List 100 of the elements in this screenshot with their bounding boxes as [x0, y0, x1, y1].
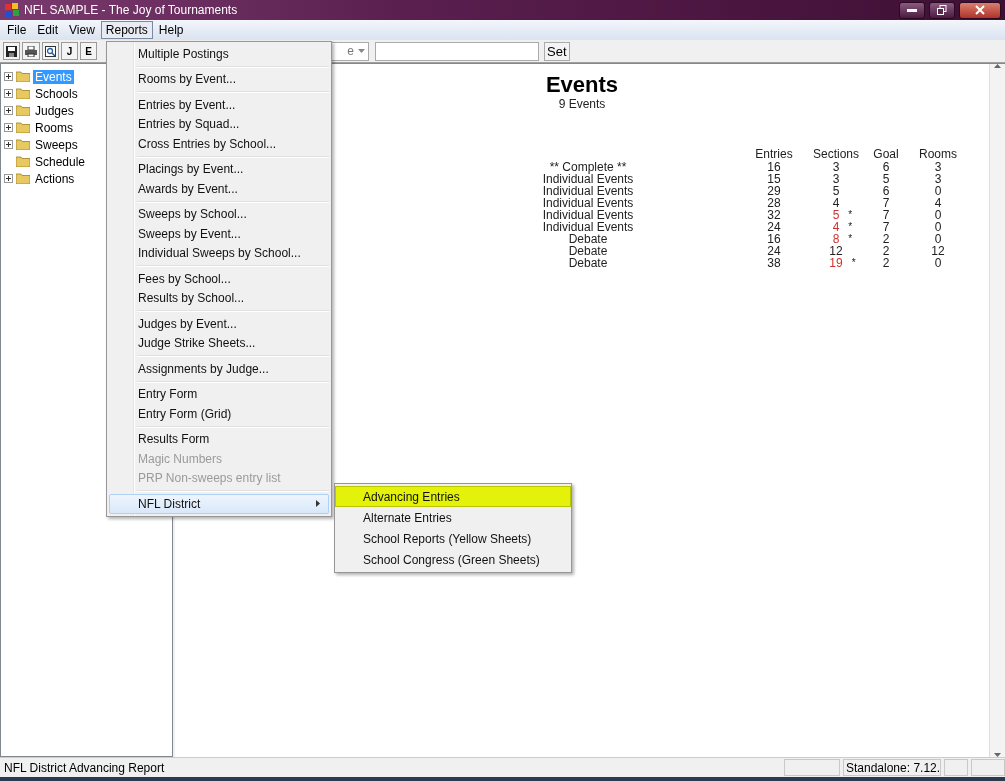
table-cell-text: 12 — [930, 245, 946, 257]
table-cell-text: 29 — [766, 185, 782, 197]
menu-item[interactable]: Entries by Event... — [109, 95, 329, 115]
restore-button[interactable] — [929, 1, 955, 19]
menu-item[interactable]: View — [64, 21, 100, 39]
table-cell-text: 0 — [933, 221, 943, 233]
menu-item[interactable]: Entry Form (Grid) — [109, 404, 329, 424]
menu-item[interactable]: Awards by Event... — [109, 179, 329, 199]
expand-icon[interactable] — [4, 89, 13, 98]
table-cell-text: 32 — [766, 209, 782, 221]
folder-icon — [16, 156, 30, 167]
flag-mark: * — [848, 221, 854, 233]
table-cell: 4 — [832, 221, 840, 233]
table-cell: 8 — [832, 233, 840, 245]
menu-item[interactable]: Edit — [32, 21, 64, 39]
tree-item[interactable]: Rooms — [33, 120, 75, 135]
menu-item[interactable]: Judge Strike Sheets... — [109, 333, 329, 353]
window-title: NFL SAMPLE - The Joy of Tournaments — [24, 3, 239, 17]
table-cell-text: 7 — [881, 209, 891, 221]
report-subtitle: 9 Events — [558, 97, 606, 111]
expand-icon[interactable] — [4, 106, 13, 115]
event-name: Individual Events — [542, 173, 634, 185]
menu-item[interactable]: Assignments by Judge... — [109, 359, 329, 379]
input-field[interactable] — [375, 41, 539, 61]
expand-icon[interactable] — [4, 123, 13, 132]
close-icon — [975, 5, 985, 15]
table-cell: 12 — [829, 245, 843, 257]
folder-icon — [16, 105, 30, 116]
table-cell: 3 — [832, 161, 840, 173]
dropdown-arrow-icon — [358, 49, 365, 53]
menu-item[interactable]: Sweeps by School... — [109, 204, 329, 224]
tree-item[interactable]: Schools — [33, 86, 80, 101]
restore-icon — [937, 5, 947, 15]
folder-icon — [16, 71, 30, 82]
table-cell-text: 3 — [933, 173, 943, 185]
table-cell-text: 2 — [881, 245, 891, 257]
menu-item[interactable]: School Congress (Green Sheets) — [335, 549, 571, 570]
event-name: Debate — [568, 245, 608, 257]
event-name: Individual Events — [542, 185, 634, 197]
preview-icon[interactable] — [42, 42, 59, 60]
minimize-icon — [907, 8, 917, 12]
report-title: Events — [545, 73, 619, 97]
menu-item[interactable]: Fees by School... — [109, 269, 329, 289]
menu-item[interactable]: Sweeps by Event... — [109, 224, 329, 244]
menu-item[interactable]: Rooms by Event... — [109, 69, 329, 89]
expand-icon[interactable] — [4, 72, 13, 81]
menu-item[interactable]: Placings by Event... — [109, 159, 329, 179]
app-logo-icon — [4, 2, 20, 18]
set-button[interactable]: Set — [544, 41, 570, 61]
table-cell-text: 24 — [766, 221, 782, 233]
print-icon[interactable] — [22, 42, 40, 60]
event-name: ** Complete ** — [549, 161, 627, 173]
folder-icon — [16, 88, 30, 99]
table-cell-text: 6 — [881, 161, 891, 173]
menu-item[interactable]: Entry Form — [109, 384, 329, 404]
tree-item[interactable]: Schedule — [33, 154, 88, 169]
scroll-down-icon[interactable] — [994, 753, 1001, 757]
table-cell-text: 16 — [766, 161, 782, 173]
menu-item[interactable]: Individual Sweeps by School... — [109, 243, 329, 263]
column-header: Rooms — [918, 147, 958, 161]
toolbar-button[interactable]: E — [80, 42, 97, 60]
expand-icon[interactable] — [4, 174, 13, 183]
combo-value: e — [347, 44, 354, 58]
expand-icon[interactable] — [4, 140, 13, 149]
menu-item[interactable]: Results by School... — [109, 288, 329, 308]
menu-item[interactable]: Multiple Postings — [109, 44, 329, 64]
tree-item[interactable]: Sweeps — [33, 137, 80, 152]
table-cell-text: 24 — [766, 245, 782, 257]
menu-item[interactable]: Results Form — [109, 429, 329, 449]
status-message: NFL District Advancing Report — [4, 760, 166, 775]
menu-item[interactable]: Entries by Squad... — [109, 114, 329, 134]
table-cell: 19 — [829, 257, 843, 269]
minimize-button[interactable] — [899, 1, 925, 19]
table-cell: 4 — [832, 197, 840, 209]
flag-mark: * — [848, 209, 854, 221]
menu-item[interactable]: Cross Entries by School... — [109, 134, 329, 154]
scrollbar[interactable] — [989, 64, 1005, 757]
menu-item[interactable]: NFL District — [109, 494, 329, 514]
save-icon[interactable] — [3, 42, 20, 60]
menu-item[interactable]: Advancing Entries — [335, 486, 571, 507]
menu-item[interactable]: School Reports (Yellow Sheets) — [335, 528, 571, 549]
flag-mark: * — [848, 233, 854, 245]
event-name: Debate — [568, 233, 608, 245]
table-cell-text: 5 — [881, 173, 891, 185]
scroll-up-icon[interactable] — [994, 64, 1001, 68]
menu-item[interactable]: Alternate Entries — [335, 507, 571, 528]
menu-item[interactable]: Judges by Event... — [109, 314, 329, 334]
menu-item[interactable]: File — [2, 21, 32, 39]
close-button[interactable] — [959, 1, 1001, 19]
table-cell: 3 — [832, 173, 840, 185]
folder-icon — [16, 173, 30, 184]
event-name: Individual Events — [542, 197, 634, 209]
tree-item[interactable]: Actions — [33, 171, 77, 186]
toolbar-button[interactable]: J — [61, 42, 78, 60]
table-cell: 5 — [832, 209, 840, 221]
menu-item[interactable]: Help — [153, 21, 189, 39]
table-cell: 5 — [832, 185, 840, 197]
tree-item[interactable]: Judges — [33, 103, 76, 118]
menu-item[interactable]: Reports — [100, 21, 153, 39]
table-cell-text: 0 — [933, 257, 943, 269]
